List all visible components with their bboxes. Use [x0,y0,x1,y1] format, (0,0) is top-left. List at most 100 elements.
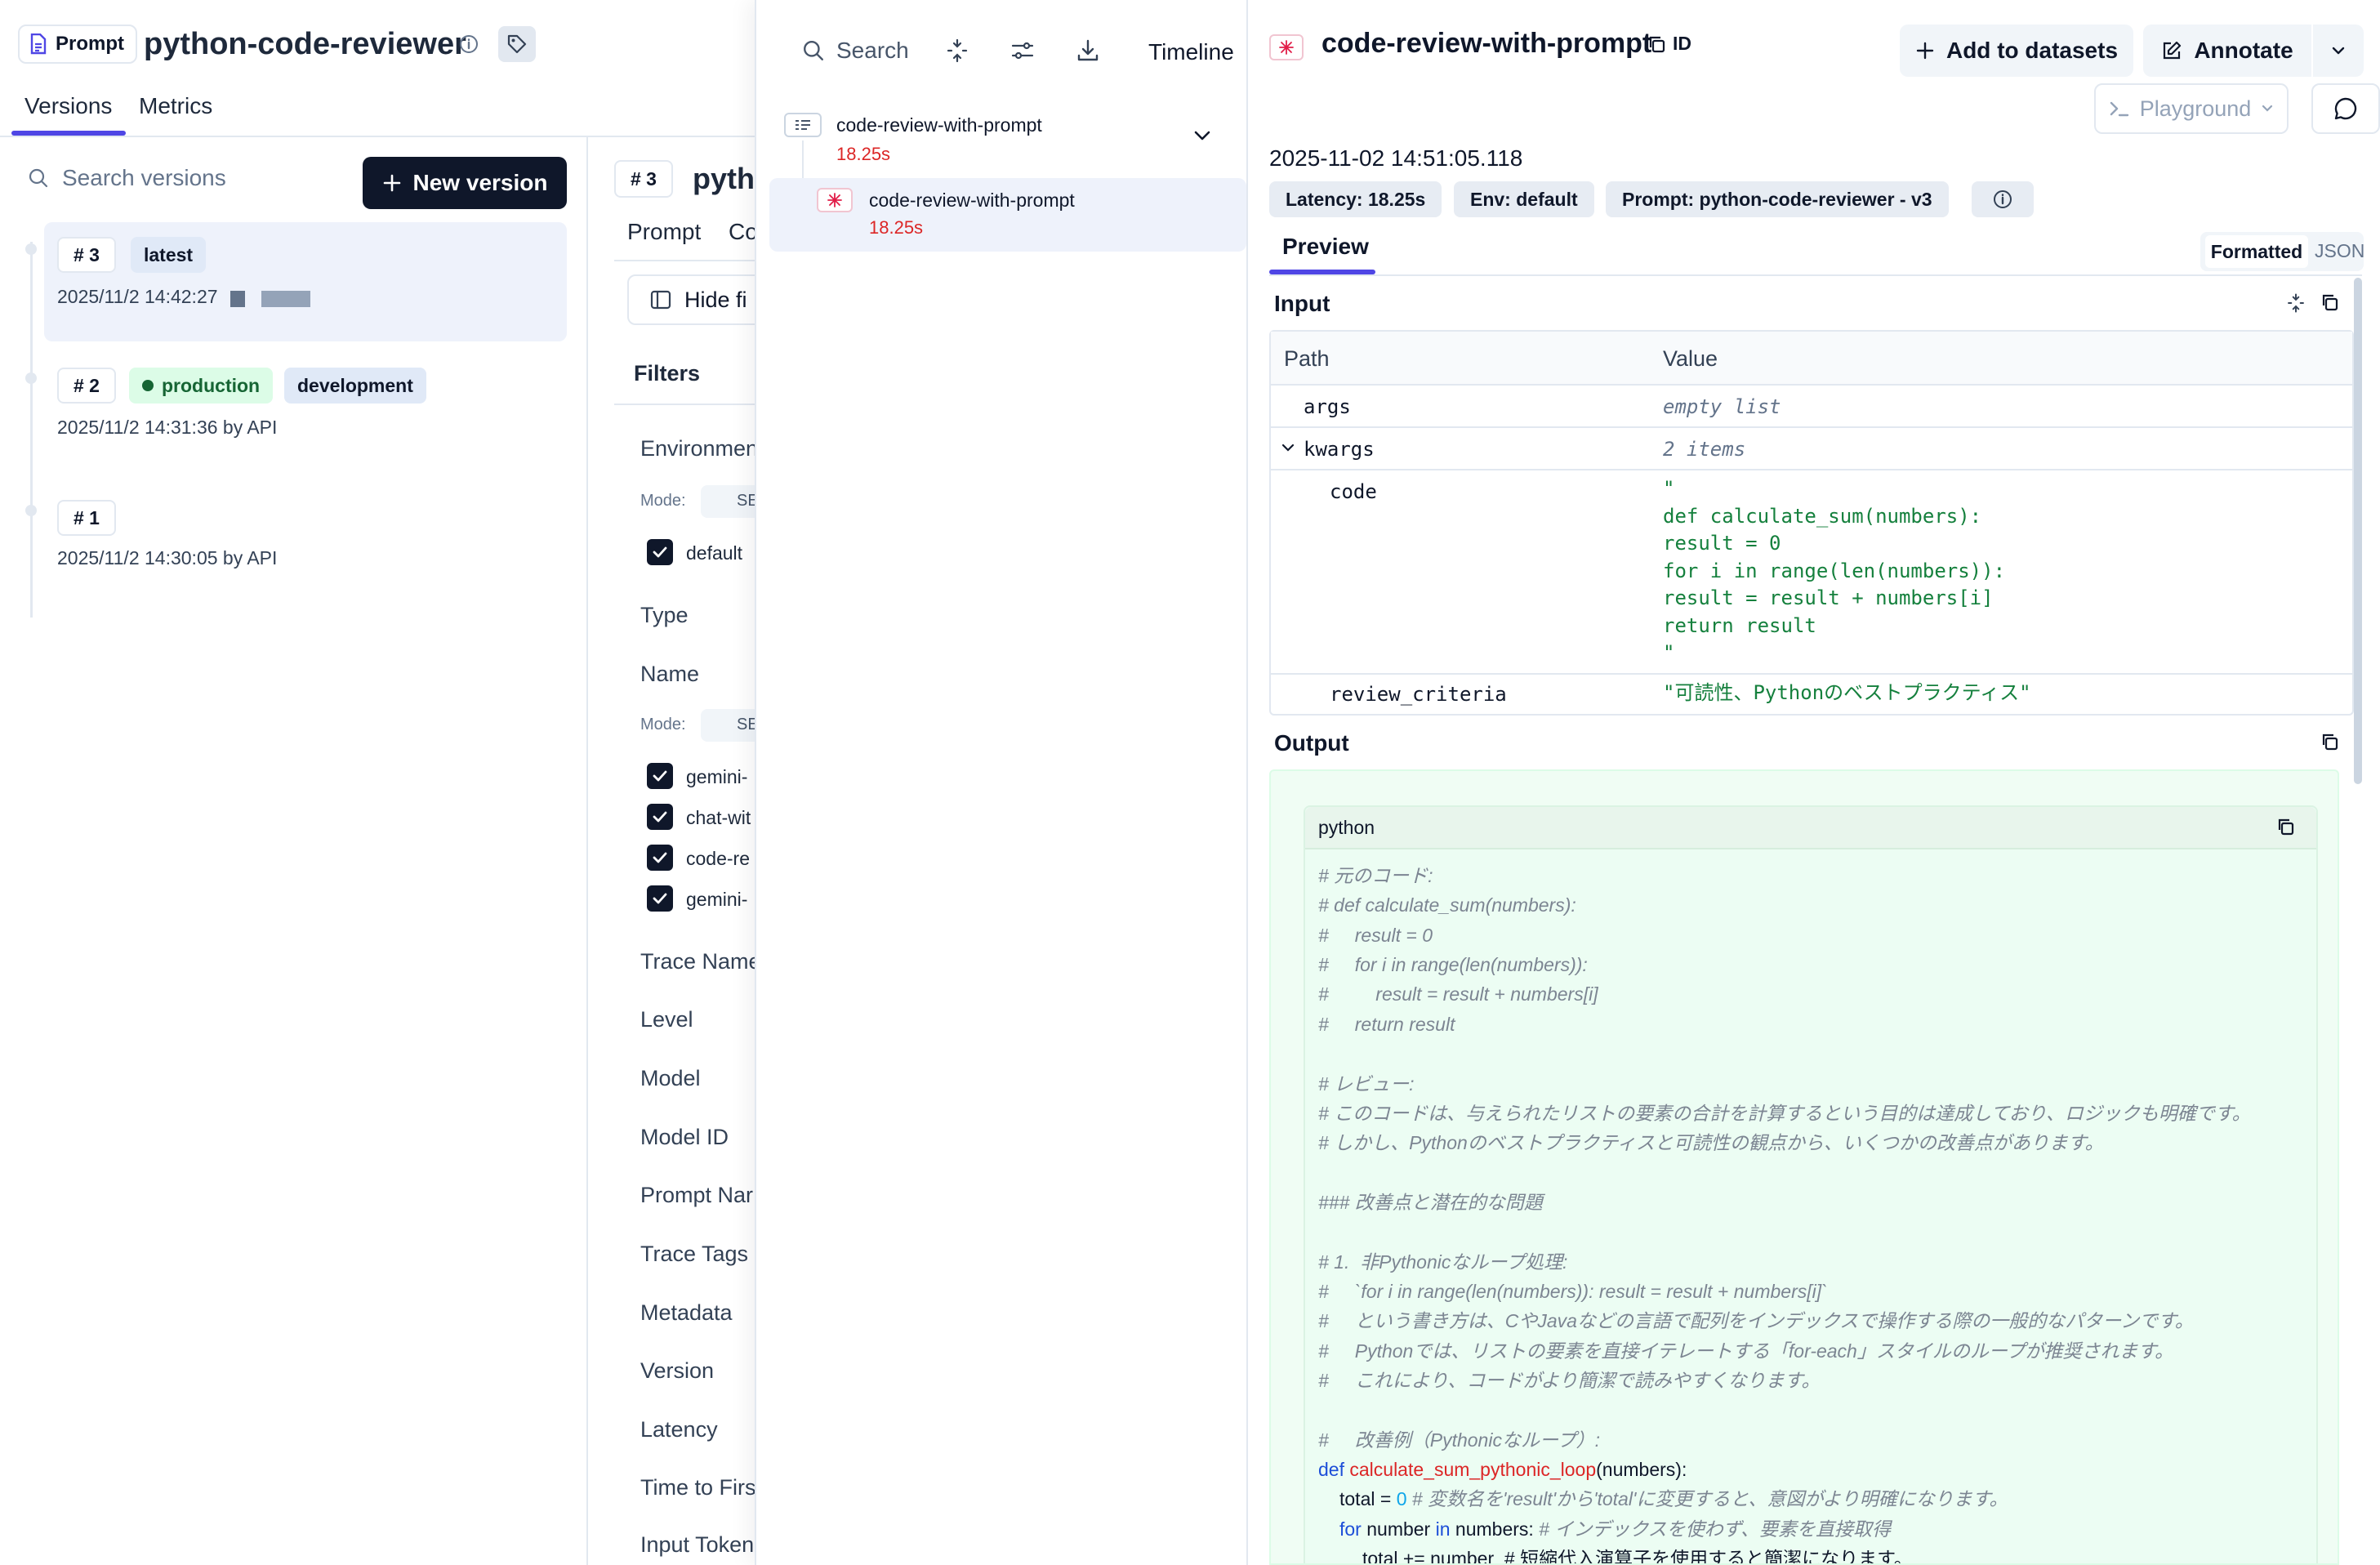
copy-icon[interactable] [2275,817,2295,836]
tab-fragment[interactable]: Co [729,219,758,245]
chevron-down-icon[interactable] [1281,443,1295,453]
copy-icon[interactable] [2320,292,2339,312]
tab-versions[interactable]: Versions [25,93,112,119]
checkbox-label: gemini- [686,766,748,787]
new-version-button[interactable]: New version [363,157,567,209]
filter-item[interactable]: Latency [640,1417,718,1442]
checkbox-label: default [686,542,743,564]
formatted-toggle[interactable]: Formatted [2205,235,2308,268]
filter-item[interactable]: Metadata [640,1300,733,1326]
check-icon [653,546,667,558]
tag-icon[interactable] [498,26,536,62]
copy-icon[interactable] [2320,732,2339,751]
row-value: 2 items [1663,438,1746,461]
filter-name[interactable]: Name [640,662,699,687]
add-to-datasets-label: Add to datasets [1945,38,2119,63]
redacted-block [261,291,310,307]
collapse-icon[interactable] [944,38,970,64]
filter-type[interactable]: Type [640,603,689,628]
add-to-datasets-button[interactable]: Add to datasets [1900,25,2133,77]
code-number: 0 [1396,1488,1407,1509]
generation-icon [1269,34,1304,60]
annotate-menu-button[interactable] [2313,25,2364,77]
column-divider [586,137,588,1565]
download-icon[interactable] [1075,38,1101,64]
input-table: Path Value args empty list kwargs 2 item… [1269,330,2354,716]
observation-title: code-review-with-prompt [1321,28,1652,59]
filter-item[interactable]: Level [640,1007,693,1032]
filter-item[interactable]: Input Token [640,1532,754,1558]
trace-icon [784,113,822,137]
timeline-dot [25,243,37,255]
mode-label: Mode: [640,716,686,733]
column-header-value: Value [1663,346,1718,371]
collapse-all-icon[interactable] [2285,292,2306,314]
json-toggle[interactable]: JSON [2315,240,2364,262]
filter-environment[interactable]: Environmen [640,436,758,461]
tag-label: production [162,374,261,396]
row-value: "可読性、Pythonのベストプラクティス" [1663,681,2031,704]
version-item[interactable]: # 3 latest 2025/11/2 14:42:27 [44,222,567,341]
annotate-button[interactable]: Annotate [2143,25,2311,77]
tree-item-title[interactable]: code-review-with-prompt [869,189,1075,212]
code-keyword: def [1318,1459,1344,1480]
version-meta: 2025/11/2 14:31:36 by API [57,417,278,438]
mode-label: Mode: [640,492,686,510]
checkbox-name-option[interactable] [647,763,673,789]
filter-item[interactable]: Model [640,1066,701,1091]
copy-id-button[interactable]: ID [1647,33,1691,55]
code-line: # このコードは、与えられたリストの要素の合計を計算するという目的は達成しており… [1318,1103,2251,1124]
filter-item[interactable]: Prompt Nar [640,1183,753,1208]
generation-icon [817,188,853,212]
code-function-name: calculate_sum_pythonic_loop [1349,1459,1597,1480]
comments-button[interactable] [2311,83,2380,134]
trace-search[interactable]: Search [802,38,909,64]
row-value: empty list [1663,395,1781,418]
playground-button[interactable]: Playground [2094,83,2289,134]
checkbox-name-option[interactable] [647,845,673,871]
code-line: # レビュー: [1318,1073,1415,1095]
search-icon [28,167,49,189]
prompt-link-badge[interactable]: Prompt: python-code-reviewer - v3 [1606,181,1949,217]
divider [614,260,769,261]
settings-sliders-icon[interactable] [1009,38,1036,64]
version-item[interactable]: # 2 production development 2025/11/2 14:… [44,353,567,451]
filter-item[interactable]: Version [640,1358,714,1384]
filter-item[interactable]: Time to Firs [640,1475,756,1500]
info-icon[interactable] [459,34,479,54]
filter-item[interactable]: Trace Name [640,949,761,974]
search-versions-placeholder: Search versions [62,165,226,190]
table-row[interactable]: kwargs 2 items [1271,426,2352,469]
tree-item-latency: 18.25s [836,144,891,164]
checkbox-default[interactable] [647,539,673,565]
version-timeline-line [30,242,33,618]
filter-item[interactable]: Model ID [640,1125,729,1150]
trace-tree-panel: Search Timeline code-review-with-prompt … [755,0,1248,1565]
output-container: python # 元のコード: # def calculate_sum(numb… [1269,769,2339,1565]
tree-item-title[interactable]: code-review-with-prompt [836,114,1042,136]
scrollbar[interactable] [2354,278,2362,784]
filter-item[interactable]: Trace Tags [640,1242,748,1267]
timeline-toggle[interactable]: Timeline [1148,39,1234,65]
check-icon [653,811,667,823]
tab-preview[interactable]: Preview [1282,234,1369,260]
copy-icon [1647,34,1666,54]
row-path: review_criteria [1330,683,1507,706]
table-header [1271,332,2352,384]
code-keyword: for [1339,1518,1362,1540]
checkbox-name-option[interactable] [647,804,673,830]
tab-prompt[interactable]: Prompt [627,219,701,245]
observation-detail-panel: code-review-with-prompt ID Add to datase… [1248,0,2380,1565]
code-line: # result = result + numbers[i] [1318,983,1598,1005]
code-line: # return result [1318,1014,1455,1035]
terminal-icon [2109,100,2130,118]
code-line: # 1. 非Pythonicなループ処理: [1318,1251,1568,1273]
code-text: total = [1339,1488,1397,1509]
tab-metrics[interactable]: Metrics [139,93,212,119]
chevron-down-icon[interactable] [1192,129,1212,142]
checkbox-name-option[interactable] [647,885,673,912]
search-versions-input[interactable]: Search versions [28,165,226,191]
prompt-info-button[interactable] [1972,181,2034,217]
plus-icon [1915,41,1935,60]
version-item[interactable]: # 1 2025/11/2 14:30:05 by API [44,485,567,583]
